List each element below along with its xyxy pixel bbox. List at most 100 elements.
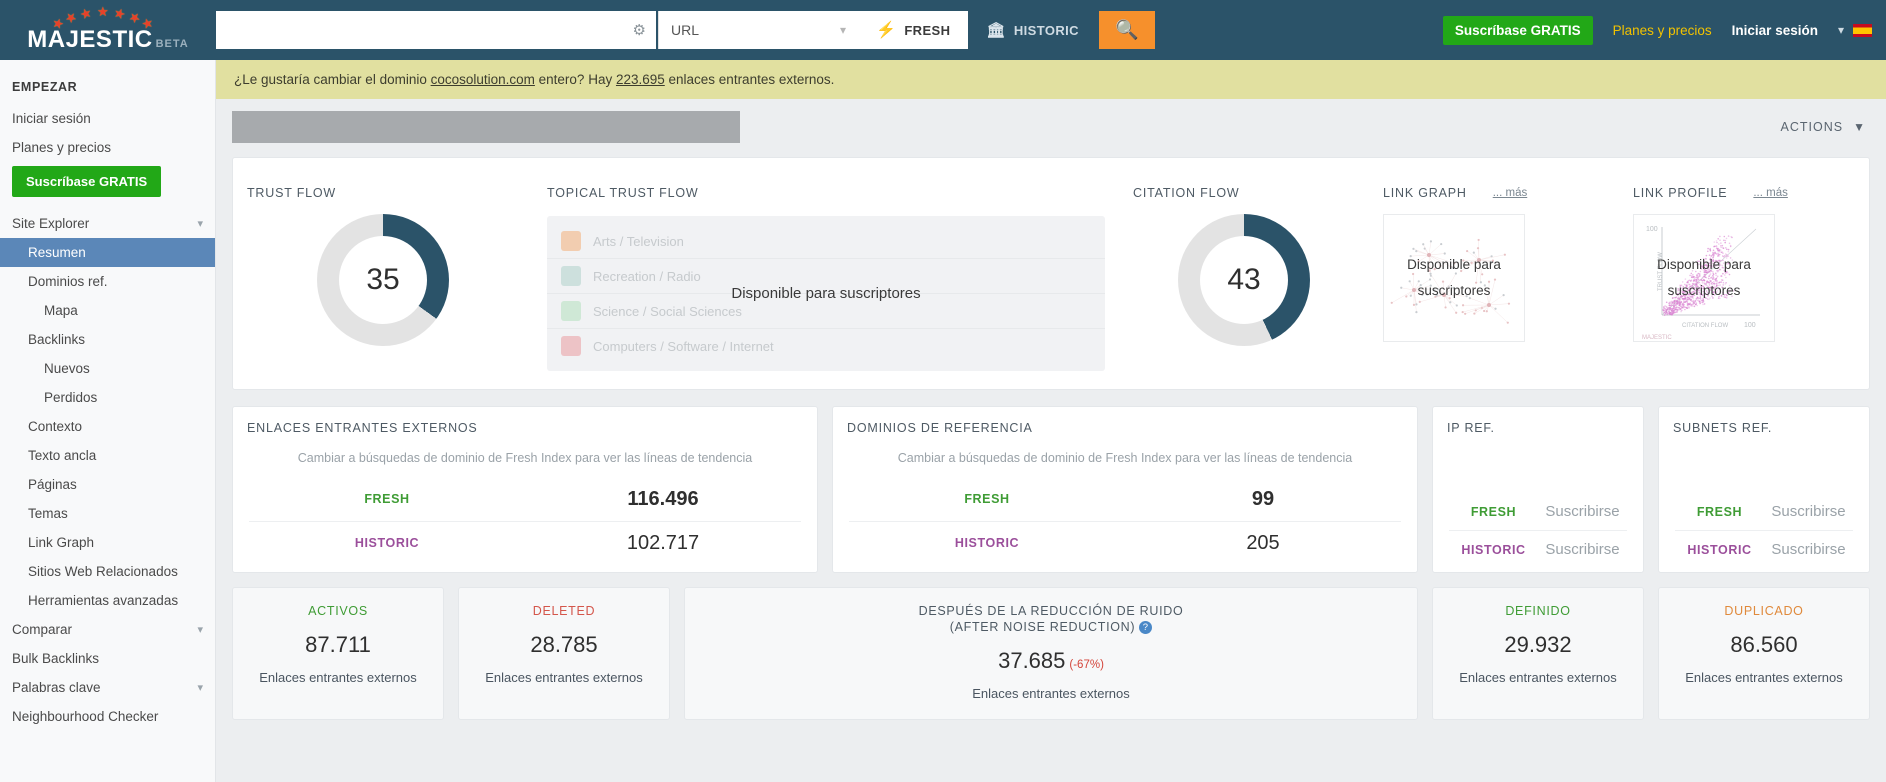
row-value[interactable]: Suscribirse bbox=[1764, 503, 1853, 520]
language-selector[interactable]: ▾ bbox=[1838, 23, 1872, 37]
sidebar-item-label: Planes y precios bbox=[12, 140, 112, 155]
deleted-number: 28.785 bbox=[530, 632, 598, 657]
subnets-ref-title: SUBNETS REF. bbox=[1673, 421, 1773, 435]
index-toggle-fresh-label: FRESH bbox=[904, 22, 951, 38]
external-backlinks-title: ENLACES ENTRANTES EXTERNOS bbox=[247, 421, 478, 435]
citation-flow-value: 43 bbox=[1227, 263, 1261, 296]
table-row: FRESH Suscribirse bbox=[1449, 493, 1627, 530]
row-value: 116.496 bbox=[627, 487, 699, 510]
notice-domain-link[interactable]: cocosolution.com bbox=[431, 72, 535, 87]
sidebar-item-label: Nuevos bbox=[44, 361, 90, 376]
noise-title-line2: (AFTER NOISE REDUCTION) bbox=[949, 620, 1136, 634]
actions-dropdown[interactable]: ACTIONS ▼ bbox=[1781, 120, 1866, 134]
sidebar: EMPEZAR Iniciar sesión Planes y precios … bbox=[0, 60, 216, 782]
search-button[interactable]: 🔍 bbox=[1098, 11, 1155, 49]
sidebar-item-neighbourhood-checker[interactable]: Neighbourhood Checker bbox=[0, 702, 215, 731]
help-icon[interactable]: ? bbox=[1139, 621, 1153, 635]
sidebar-item-plans[interactable]: Planes y precios bbox=[0, 133, 215, 162]
sidebar-item-comparar[interactable]: Comparar ▾ bbox=[0, 615, 215, 644]
link-profile-locked-message: Disponible para suscriptores bbox=[1634, 215, 1774, 341]
sidebar-item-label: Herramientas avanzadas bbox=[28, 593, 179, 608]
trust-flow-donut: 35 bbox=[317, 214, 449, 346]
spain-flag-icon[interactable] bbox=[1853, 23, 1872, 37]
citation-flow-panel: CITATION FLOW 43 bbox=[1119, 172, 1369, 389]
logo-stars-icon: ★ ★ ★ ★ ★ ★ ★ bbox=[48, 4, 158, 33]
sidebar-item-signin[interactable]: Iniciar sesión bbox=[0, 104, 215, 133]
trust-flow-title: TRUST FLOW bbox=[247, 186, 337, 200]
ip-ref-card: IP REF. FRESH Suscribirse HISTORIC Suscr… bbox=[1432, 406, 1644, 573]
chevron-down-icon: ▼ bbox=[1853, 120, 1866, 134]
sidebar-item-backlinks[interactable]: Backlinks bbox=[0, 325, 215, 354]
search-input[interactable] bbox=[216, 11, 656, 49]
signin-link-header[interactable]: Iniciar sesión bbox=[1732, 23, 1818, 38]
row-key: HISTORIC bbox=[354, 536, 420, 551]
row-value[interactable]: Suscribirse bbox=[1538, 503, 1627, 520]
definido-subtitle: Enlaces entrantes externos bbox=[1459, 670, 1617, 685]
sidebar-item-temas[interactable]: Temas bbox=[0, 499, 215, 528]
chevron-down-icon: ▾ bbox=[839, 23, 846, 37]
deleted-subtitle: Enlaces entrantes externos bbox=[485, 670, 643, 685]
bank-icon: 🏛 bbox=[986, 22, 1006, 39]
index-toggle-fresh[interactable]: ⚡ FRESH bbox=[858, 11, 969, 49]
link-graph-more-link[interactable]: ... más bbox=[1493, 187, 1528, 199]
subnets-ref-rows: FRESH Suscribirse HISTORIC Suscribirse bbox=[1675, 493, 1853, 568]
link-graph-preview[interactable]: Disponible para suscriptores bbox=[1383, 214, 1525, 342]
row-key: FRESH bbox=[364, 492, 410, 507]
sidebar-item-perdidos[interactable]: Perdidos bbox=[0, 383, 215, 412]
sidebar-item-sitios-web-relacionados[interactable]: Sitios Web Relacionados bbox=[0, 557, 215, 586]
definido-number: 29.932 bbox=[1504, 632, 1572, 657]
index-toggle-historic[interactable]: 🏛 HISTORIC bbox=[968, 11, 1097, 49]
table-row: FRESH Suscribirse bbox=[1675, 493, 1853, 530]
sidebar-item-label: Sitios Web Relacionados bbox=[28, 564, 178, 579]
sidebar-item-contexto[interactable]: Contexto bbox=[0, 412, 215, 441]
link-graph-panel: LINK GRAPH ... más Disponible para suscr… bbox=[1369, 172, 1619, 389]
sidebar-item-label: Mapa bbox=[44, 303, 78, 318]
topical-trust-flow-locked-message: Disponible para suscriptores bbox=[731, 285, 921, 302]
sidebar-item-texto-ancla[interactable]: Texto ancla bbox=[0, 441, 215, 470]
link-profile-more-link[interactable]: ... más bbox=[1753, 187, 1788, 199]
sidebar-item-mapa[interactable]: Mapa bbox=[0, 296, 215, 325]
referring-domains-rows: FRESH 99 HISTORIC 205 bbox=[849, 478, 1401, 565]
sidebar-item-dominios-ref[interactable]: Dominios ref. bbox=[0, 267, 215, 296]
search-type-select[interactable]: URL ▾ bbox=[658, 11, 858, 49]
sidebar-nav-list: Site Explorer ▾ Resumen Dominios ref. Mapa Ba… bbox=[0, 209, 215, 731]
referring-domains-subtitle: Cambiar a búsquedas de dominio de Fresh … bbox=[897, 451, 1353, 465]
subscribe-button-sidebar[interactable]: Suscríbase GRATIS bbox=[12, 166, 162, 197]
definido-card: DEFINIDO 29.932 Enlaces entrantes extern… bbox=[1432, 587, 1644, 721]
definido-title: DEFINIDO bbox=[1505, 604, 1571, 618]
link-profile-panel: LINK PROFILE ... más 100 TRUST FLOW CITA… bbox=[1619, 172, 1869, 389]
subscribe-button-header[interactable]: Suscríbase GRATIS bbox=[1442, 15, 1593, 45]
plans-link-header[interactable]: Planes y precios bbox=[1613, 23, 1712, 38]
bolt-icon: ⚡ bbox=[876, 22, 897, 39]
sidebar-item-label: Texto ancla bbox=[28, 448, 97, 463]
sidebar-item-resumen[interactable]: Resumen bbox=[0, 238, 215, 267]
sidebar-item-link-graph[interactable]: Link Graph bbox=[0, 528, 215, 557]
noise-number-wrap: 37.685 (-67%) bbox=[695, 648, 1407, 674]
search-area: ⚙ URL ▾ ⚡ FRESH 🏛 HISTORIC 🔍 bbox=[216, 11, 1155, 49]
link-profile-preview[interactable]: 100 TRUST FLOW CITATION FLOW 100 MAJESTI… bbox=[1633, 214, 1775, 342]
sidebar-item-nuevos[interactable]: Nuevos bbox=[0, 354, 215, 383]
top-right-actions: Suscríbase GRATIS Planes y precios Inici… bbox=[1442, 15, 1886, 45]
gear-icon[interactable]: ⚙ bbox=[633, 21, 646, 39]
link-graph-locked-text: Disponible para suscriptores bbox=[1407, 257, 1501, 298]
row-value[interactable]: Suscribirse bbox=[1764, 541, 1853, 558]
noise-title-line2-wrap: (AFTER NOISE REDUCTION)? bbox=[695, 620, 1407, 635]
row-value[interactable]: Suscribirse bbox=[1538, 541, 1627, 558]
sidebar-item-bulk-backlinks[interactable]: Bulk Backlinks bbox=[0, 644, 215, 673]
notice-pre: ¿Le gustaría cambiar el dominio bbox=[234, 72, 431, 87]
duplicado-number: 86.560 bbox=[1730, 632, 1798, 657]
flow-metrics-row: TRUST FLOW 35 TOPICAL TRUST FLOW Arts / … bbox=[233, 158, 1869, 389]
deleted-title: DELETED bbox=[532, 604, 596, 618]
sidebar-subscribe-wrap: Suscríbase GRATIS bbox=[0, 162, 215, 209]
sidebar-item-site-explorer[interactable]: Site Explorer ▾ bbox=[0, 209, 215, 238]
notice-count-link[interactable]: 223.695 bbox=[616, 72, 665, 87]
majestic-logo[interactable]: ★ ★ ★ ★ ★ ★ ★ MAJESTIC BETA bbox=[0, 0, 216, 60]
activos-subtitle: Enlaces entrantes externos bbox=[259, 670, 417, 685]
duplicado-subtitle: Enlaces entrantes externos bbox=[1685, 670, 1843, 685]
sidebar-item-palabras-clave[interactable]: Palabras clave ▾ bbox=[0, 673, 215, 702]
trust-flow-value: 35 bbox=[366, 263, 400, 296]
sidebar-item-p-ginas[interactable]: Páginas bbox=[0, 470, 215, 499]
sidebar-item-herramientas-avanzadas[interactable]: Herramientas avanzadas bbox=[0, 586, 215, 615]
actions-row: ACTIONS ▼ bbox=[216, 99, 1886, 143]
